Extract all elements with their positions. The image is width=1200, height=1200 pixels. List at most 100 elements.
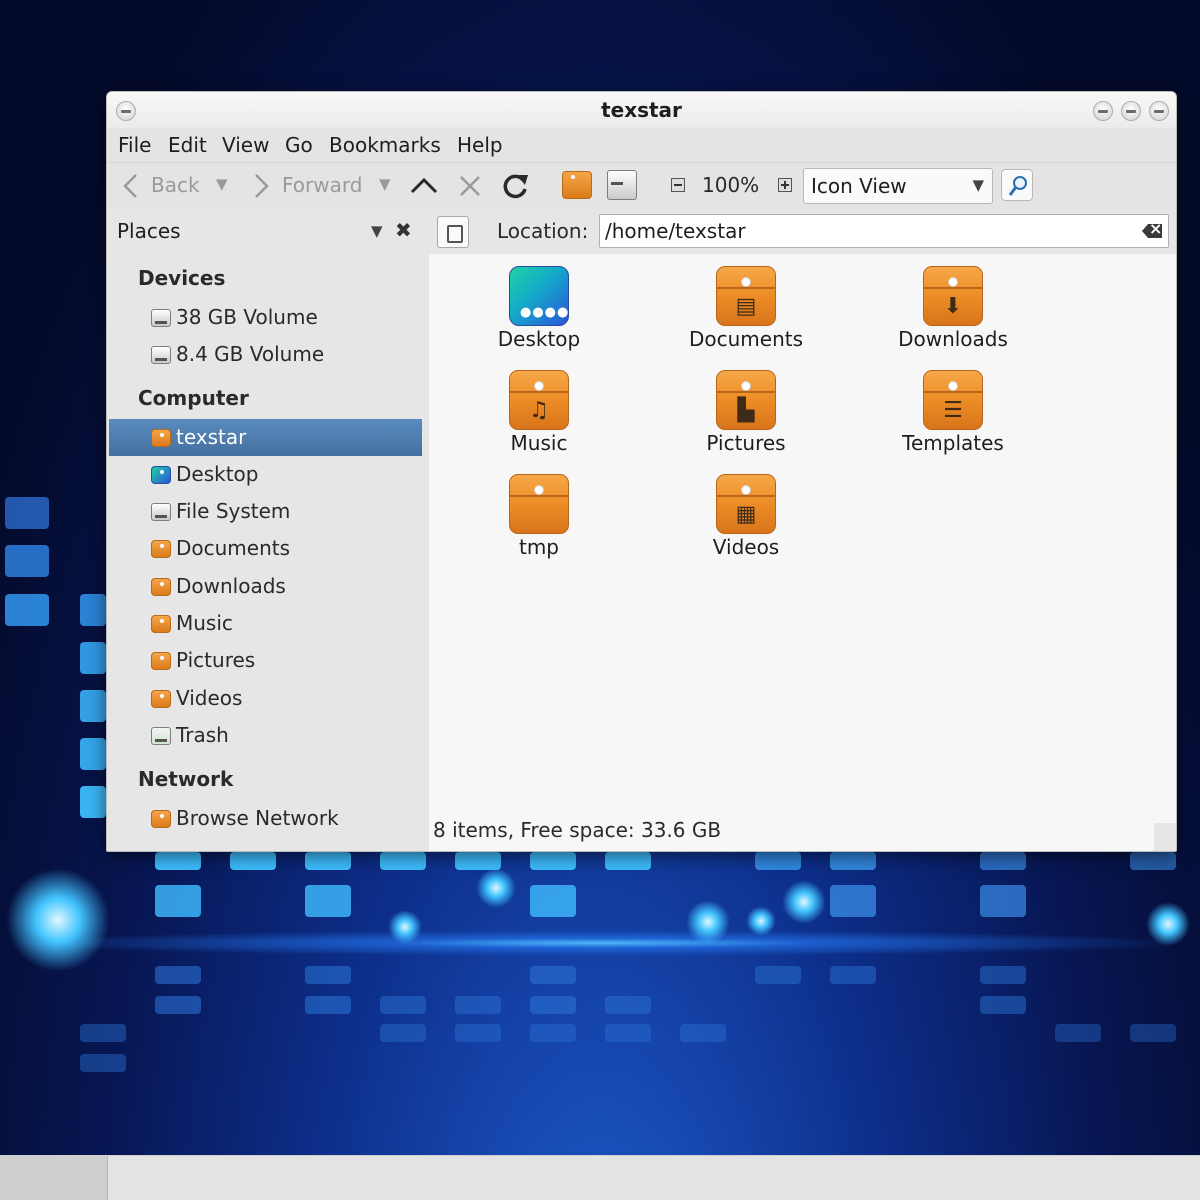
music-folder-icon [151, 615, 171, 633]
file-name: tmp [518, 535, 560, 559]
back-arrow-icon [123, 174, 137, 198]
menu-bar: File Edit View Go Bookmarks Help [107, 128, 1176, 162]
downloads-folder-icon [151, 578, 171, 596]
file-item-desktop[interactable]: ●●●● Desktop [439, 254, 639, 354]
sidebar-item-label: Pictures [176, 648, 256, 672]
file-item-documents[interactable]: ▤ Documents [646, 254, 846, 354]
file-name: Pictures [706, 431, 786, 455]
chevron-down-icon: ▼ [972, 176, 984, 194]
parent-folder-icon[interactable] [409, 175, 439, 195]
resize-grip[interactable] [1154, 823, 1176, 851]
network-folder-icon [151, 810, 171, 828]
location-path[interactable]: /home/texstar [605, 219, 746, 243]
pictures-folder-icon: ▙ [716, 370, 776, 430]
view-mode-select[interactable]: Icon View ▼ [803, 168, 993, 204]
location-bar: Location: /home/texstar [429, 208, 1176, 254]
sidebar-item-videos[interactable]: Videos [109, 680, 422, 717]
reload-icon[interactable] [501, 171, 531, 201]
documents-folder-icon [151, 540, 171, 558]
taskbar-start-button[interactable] [0, 1156, 108, 1200]
menu-view[interactable]: View [222, 133, 269, 157]
drive-icon [151, 309, 171, 327]
file-view[interactable]: ●●●● Desktop ▤ Documents ⬇ Downloads ♫ M… [429, 254, 1176, 851]
window-title: texstar [601, 98, 682, 122]
videos-folder-icon [151, 690, 171, 708]
close-button[interactable] [1149, 101, 1169, 121]
file-item-tmp[interactable]: tmp [439, 462, 639, 562]
file-name: Templates [902, 431, 1004, 455]
sidebar-item-label: 8.4 GB Volume [176, 342, 325, 366]
drive-icon [151, 503, 171, 521]
location-label: Location: [497, 219, 589, 243]
sidebar-item-label: Downloads [176, 574, 286, 598]
file-name: Documents [688, 327, 804, 351]
taskbar [0, 1155, 1200, 1200]
file-item-videos[interactable]: ▦ Videos [646, 462, 846, 562]
sidebar-item-label: Desktop [176, 462, 259, 486]
toolbar: Back ▼ Forward ▼ 100% Icon View ▼ [107, 162, 1176, 208]
network-heading[interactable]: Network [138, 767, 233, 791]
back-history-dropdown-icon[interactable]: ▼ [216, 175, 228, 193]
sidebar-item-texstar[interactable]: texstar [109, 419, 422, 456]
toggle-location-mode-button[interactable] [437, 216, 469, 248]
videos-folder-icon: ▦ [716, 474, 776, 534]
sidebar-item-label: 38 GB Volume [176, 305, 318, 329]
file-item-pictures[interactable]: ▙ Pictures [646, 358, 846, 458]
status-bar-text: 8 items, Free space: 33.6 GB [433, 818, 722, 842]
sidebar-item-desktop[interactable]: Desktop [109, 456, 422, 493]
file-manager-window: texstar File Edit View Go Bookmarks Help… [106, 91, 1177, 852]
menu-file[interactable]: File [118, 133, 151, 157]
places-dropdown-icon[interactable]: ▼ [371, 222, 383, 240]
sidebar-item-file-system[interactable]: File System [109, 493, 422, 530]
places-title[interactable]: Places [117, 219, 181, 243]
documents-folder-icon: ▤ [716, 266, 776, 326]
zoom-out-icon[interactable] [671, 178, 685, 192]
sidebar-item-8-4gb-volume[interactable]: 8.4 GB Volume [109, 336, 422, 373]
sidebar-item-pictures[interactable]: Pictures [109, 642, 422, 679]
computer-heading[interactable]: Computer [138, 386, 249, 410]
menu-go[interactable]: Go [285, 133, 313, 157]
forward-arrow-icon [255, 174, 269, 198]
devices-heading[interactable]: Devices [138, 266, 225, 290]
zoom-in-icon[interactable] [778, 178, 792, 192]
minimize-button[interactable] [1093, 101, 1113, 121]
sidebar-item-browse-network[interactable]: Browse Network [109, 800, 422, 837]
search-button[interactable] [1001, 169, 1033, 201]
sidebar-item-trash[interactable]: Trash [109, 717, 422, 754]
back-label: Back [151, 173, 200, 197]
clear-location-icon[interactable] [1142, 224, 1162, 238]
drive-icon [151, 346, 171, 364]
folder-icon [509, 474, 569, 534]
zoom-level: 100% [702, 173, 760, 197]
sidebar-item-label: Browse Network [176, 806, 339, 830]
home-folder-icon[interactable] [562, 171, 592, 199]
forward-history-dropdown-icon[interactable]: ▼ [379, 175, 391, 193]
location-input[interactable]: /home/texstar [599, 214, 1169, 248]
menu-help[interactable]: Help [457, 133, 503, 157]
pictures-folder-icon [151, 652, 171, 670]
music-folder-icon: ♫ [509, 370, 569, 430]
sidebar-item-music[interactable]: Music [109, 605, 422, 642]
desktop-icon [151, 466, 171, 484]
sidebar-item-downloads[interactable]: Downloads [109, 568, 422, 605]
places-sidebar: Devices 38 GB Volume 8.4 GB Volume Compu… [107, 254, 429, 851]
close-sidebar-icon[interactable]: ✖ [395, 218, 412, 242]
sidebar-item-38gb-volume[interactable]: 38 GB Volume [109, 299, 422, 336]
forward-label: Forward [282, 173, 363, 197]
file-item-music[interactable]: ♫ Music [439, 358, 639, 458]
file-item-templates[interactable]: ☰ Templates [853, 358, 1053, 458]
sidebar-item-label: Documents [176, 536, 291, 560]
stop-icon[interactable] [458, 174, 482, 198]
title-bar[interactable]: texstar [107, 92, 1176, 128]
sidebar-item-documents[interactable]: Documents [109, 530, 422, 567]
search-icon [1008, 176, 1027, 196]
file-name: Desktop [497, 327, 581, 351]
file-item-downloads[interactable]: ⬇ Downloads [853, 254, 1053, 354]
maximize-button[interactable] [1121, 101, 1141, 121]
menu-bookmarks[interactable]: Bookmarks [329, 133, 441, 157]
file-name: Videos [712, 535, 780, 559]
sidebar-item-label: File System [176, 499, 291, 523]
computer-icon[interactable] [607, 170, 637, 200]
menu-edit[interactable]: Edit [168, 133, 207, 157]
sidebar-resize-handle[interactable] [422, 254, 429, 851]
